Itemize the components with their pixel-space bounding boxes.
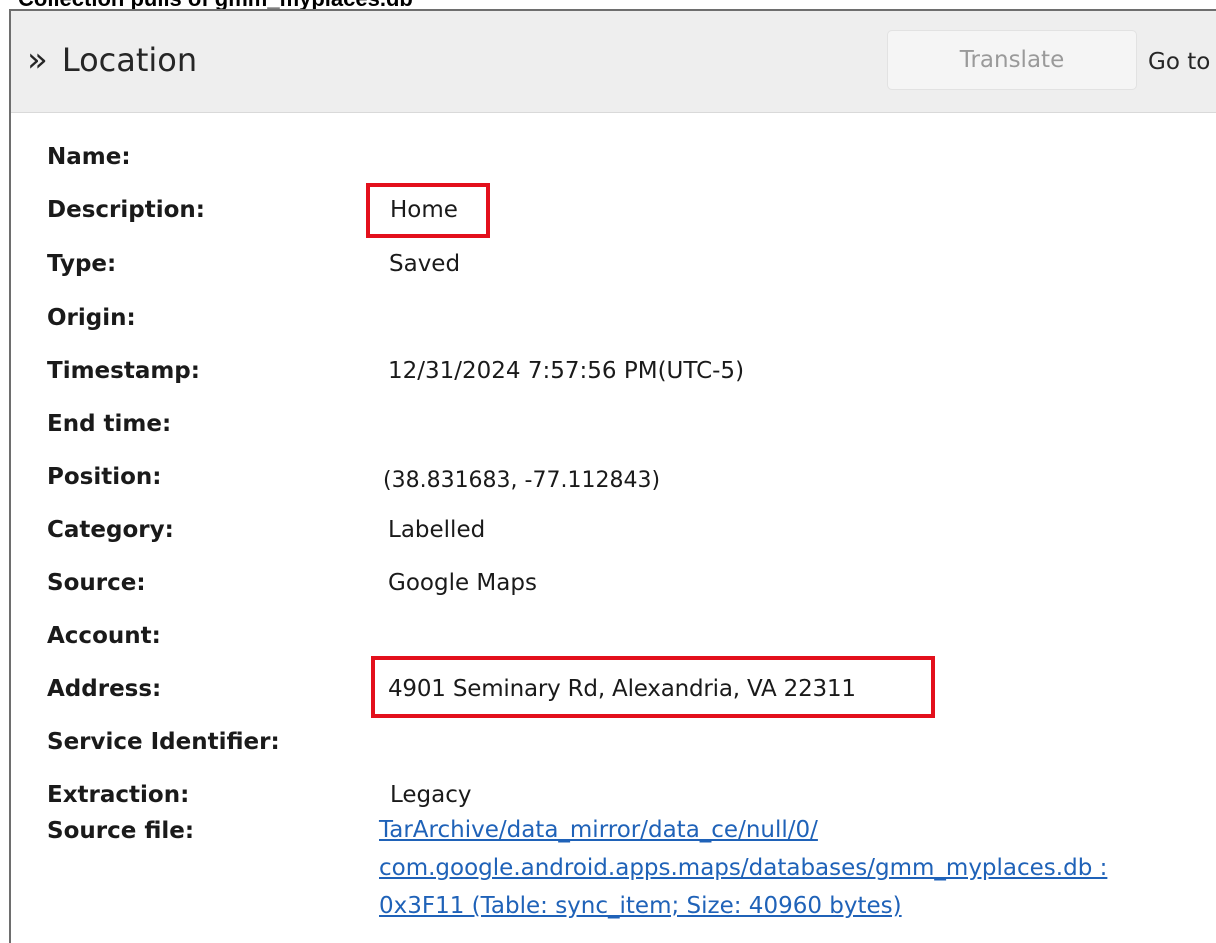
field-value: Labelled	[388, 517, 486, 543]
field-value: (38.831683, -77.112843)	[383, 468, 661, 493]
panel-header: » Location Translate Go to	[11, 11, 1216, 113]
field-label: Category:	[47, 517, 174, 543]
field-label: Position:	[47, 464, 162, 490]
field-row-timestamp: Timestamp: 12/31/2024 7:57:56 PM(UTC-5)	[47, 358, 1216, 402]
field-label: Extraction:	[47, 782, 190, 808]
field-row-end-time: End time:	[47, 411, 1216, 455]
field-row-source: Source: Google Maps	[47, 570, 1216, 614]
source-file-link-line[interactable]: 0x3F11 (Table: sync_item; Size: 40960 by…	[379, 887, 1107, 925]
field-value: 12/31/2024 7:57:56 PM(UTC-5)	[388, 358, 745, 384]
address-highlight-box	[371, 656, 935, 718]
source-file-link[interactable]: TarArchive/data_mirror/data_ce/null/0/ c…	[379, 811, 1107, 925]
field-row-name: Name:	[47, 144, 1216, 188]
translate-button[interactable]: Translate	[887, 30, 1137, 90]
panel-title-label: Location	[61, 41, 198, 79]
field-label: Address:	[47, 676, 162, 702]
field-label: Name:	[47, 144, 131, 170]
panel-title[interactable]: » Location	[27, 41, 197, 79]
description-highlight-box	[366, 183, 490, 238]
field-label: Description:	[47, 197, 205, 223]
field-row-origin: Origin:	[47, 305, 1216, 349]
field-row-service-identifier: Service Identifier:	[47, 729, 1216, 773]
field-value: Google Maps	[388, 570, 537, 596]
field-value: Legacy	[390, 782, 472, 808]
field-row-position: Position: (38.831683, -77.112843)	[47, 464, 1216, 508]
field-row-description: Description: Home	[47, 197, 1216, 241]
field-label: Account:	[47, 623, 161, 649]
field-label: Type:	[47, 251, 117, 277]
field-label: Source file:	[47, 818, 195, 844]
field-label: End time:	[47, 411, 172, 437]
field-label: Timestamp:	[47, 358, 200, 384]
go-to-link[interactable]: Go to	[1148, 49, 1210, 75]
field-label: Service Identifier:	[47, 729, 280, 755]
double-chevron-right-icon[interactable]: »	[27, 43, 48, 77]
source-file-link-line[interactable]: com.google.android.apps.maps/databases/g…	[379, 849, 1107, 887]
field-row-type: Type: Saved	[47, 251, 1216, 295]
field-row-category: Category: Labelled	[47, 517, 1216, 561]
field-label: Origin:	[47, 305, 136, 331]
field-value: Saved	[389, 251, 461, 277]
source-file-link-line[interactable]: TarArchive/data_mirror/data_ce/null/0/	[379, 811, 1107, 849]
field-label: Source:	[47, 570, 146, 596]
